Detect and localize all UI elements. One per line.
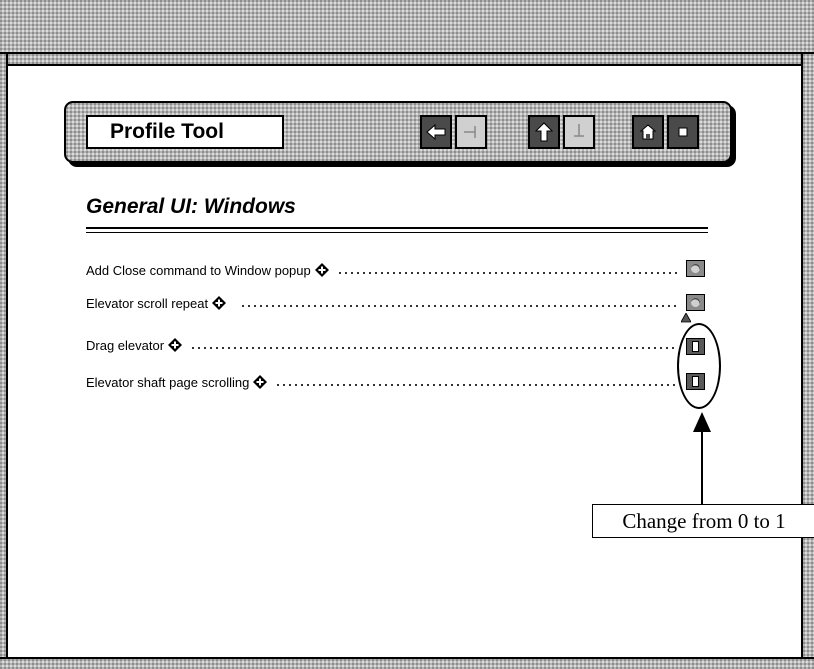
option-row[interactable]: Add Close command to Window popup [86,258,680,278]
app-title: Profile Tool [86,115,284,149]
dot-leader [336,272,678,274]
window-frame-left [0,54,8,669]
expand-diamond-icon[interactable] [253,375,268,389]
back-button[interactable] [420,115,452,149]
expand-diamond-icon[interactable] [314,263,329,277]
dot-leader [190,347,678,349]
toggle-off-icon [689,262,702,275]
forward-button[interactable] [455,115,487,149]
option-row[interactable]: Elevator scroll repeat [86,291,680,311]
dot-leader [275,384,678,386]
window-frame-top [0,54,814,66]
window-title-bar[interactable] [0,0,814,54]
home-button[interactable] [632,115,664,149]
heading-rule [86,227,708,229]
page-heading: General UI: Windows [86,195,296,218]
caret-icon [681,313,691,323]
option-value-toggle[interactable] [686,294,705,311]
option-value-toggle[interactable] [686,260,705,277]
up-button[interactable] [528,115,560,149]
annotation-ellipse [677,323,721,409]
annotation-callout: Change from 0 to 1 [592,504,814,538]
down-arrow-icon [574,124,584,137]
forward-arrow-icon [464,126,476,138]
dot-leader [240,305,678,307]
heading-rule-thin [86,232,708,233]
option-label: Drag elevator [86,338,165,353]
option-label: Add Close command to Window popup [86,263,311,278]
expand-diamond-icon[interactable] [212,296,227,310]
expand-diamond-icon[interactable] [168,338,183,352]
toggle-off-icon [689,296,702,309]
option-label: Elevator shaft page scrolling [86,375,250,390]
stop-button[interactable] [667,115,699,149]
back-arrow-icon [426,123,446,141]
option-row[interactable]: Drag elevator [86,333,680,353]
window-frame-right [801,54,814,669]
stop-icon [678,127,688,137]
down-button[interactable] [563,115,595,149]
window-frame-bottom [0,657,814,669]
arrow-up-icon [693,412,711,432]
up-arrow-icon [535,122,553,142]
option-label: Elevator scroll repeat [86,296,209,311]
home-icon [639,124,657,140]
option-row[interactable]: Elevator shaft page scrolling [86,370,680,390]
annotation-arrow-shaft [701,430,703,506]
